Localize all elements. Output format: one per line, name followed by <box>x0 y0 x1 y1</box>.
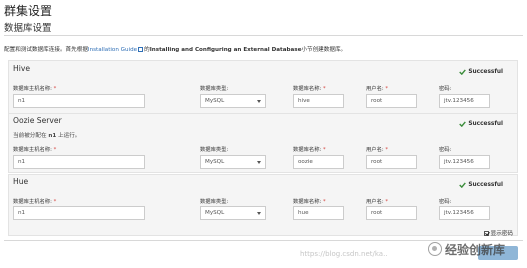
username-input[interactable]: root <box>366 94 417 108</box>
service-note: 当前被分配在 n1 上运行。 <box>13 133 81 139</box>
host-input[interactable]: n1 <box>13 155 145 169</box>
password-input[interactable]: jtv.123456 <box>439 94 490 108</box>
username-input[interactable]: root <box>366 155 417 169</box>
check-icon <box>459 182 467 188</box>
user-label: 用户名: * <box>366 147 389 153</box>
username-input[interactable]: root <box>366 206 417 220</box>
show-password-label: 显示密码 <box>490 231 513 237</box>
status-badge: Successful <box>459 182 503 188</box>
type-label: 数据库类型: <box>200 86 229 92</box>
db-type-select[interactable]: MySQL <box>200 155 266 169</box>
checkbox-checked-icon <box>483 230 489 236</box>
logo-icon <box>428 242 442 256</box>
dbname-label: 数据库名称: * <box>293 86 326 92</box>
service-name: Hue <box>13 177 29 186</box>
service-panel-oozie: Oozie Server 当前被分配在 n1 上运行。 Successful 数… <box>8 113 518 173</box>
user-label: 用户名: * <box>366 86 389 92</box>
service-panel-hue: Hue Successful 数据库主机名称: * 数据库类型: 数据库名称: … <box>8 174 518 236</box>
chevron-down-icon <box>257 100 261 103</box>
host-label: 数据库主机名称: * <box>13 147 57 153</box>
host-input[interactable]: n1 <box>13 206 145 220</box>
host-input[interactable]: n1 <box>13 94 145 108</box>
host-label: 数据库主机名称: * <box>13 86 57 92</box>
watermark-url: https://blog.csdn.net/ka.. <box>300 250 388 258</box>
check-icon <box>459 121 467 127</box>
password-input[interactable]: jtv.123456 <box>439 206 490 220</box>
password-label: 密码: <box>439 86 452 92</box>
service-name: Hive <box>13 64 30 73</box>
chevron-down-icon <box>257 161 261 164</box>
dbname-input[interactable]: hive <box>293 94 344 108</box>
external-link-icon <box>138 47 144 52</box>
status-badge: Successful <box>459 121 503 127</box>
service-name: Oozie Server <box>13 116 62 125</box>
dbname-input[interactable]: hue <box>293 206 344 220</box>
status-badge: Successful <box>459 69 503 75</box>
watermark-logo: 经验创新库 <box>428 238 524 260</box>
password-label: 密码: <box>439 199 452 205</box>
chevron-down-icon <box>257 212 261 215</box>
dbname-label: 数据库名称: * <box>293 199 326 205</box>
host-label: 数据库主机名称: * <box>13 199 57 205</box>
dbname-label: 数据库名称: * <box>293 147 326 153</box>
password-input[interactable]: jtv.123456 <box>439 155 490 169</box>
type-label: 数据库类型: <box>200 147 229 153</box>
section-title: 数据库设置 <box>4 23 52 34</box>
password-label: 密码: <box>439 147 452 153</box>
db-type-select[interactable]: MySQL <box>200 206 266 220</box>
check-icon <box>459 69 467 75</box>
user-label: 用户名: * <box>366 199 389 205</box>
db-type-select[interactable]: MySQL <box>200 94 266 108</box>
type-label: 数据库类型: <box>200 199 229 205</box>
page-title: 群集设置 <box>4 4 53 18</box>
show-password-toggle[interactable]: 显示密码 <box>483 229 513 237</box>
dbname-input[interactable]: oozie <box>293 155 344 169</box>
service-panel-hive: Hive Successful 数据库主机名称: * 数据库类型: 数据库名称:… <box>8 60 518 120</box>
intro-text: 配置和测试数据库连接。首先根据Installation Guide 的Instal… <box>4 47 347 53</box>
header-divider <box>4 35 523 36</box>
installation-guide-link[interactable]: Installation Guide <box>88 47 137 53</box>
